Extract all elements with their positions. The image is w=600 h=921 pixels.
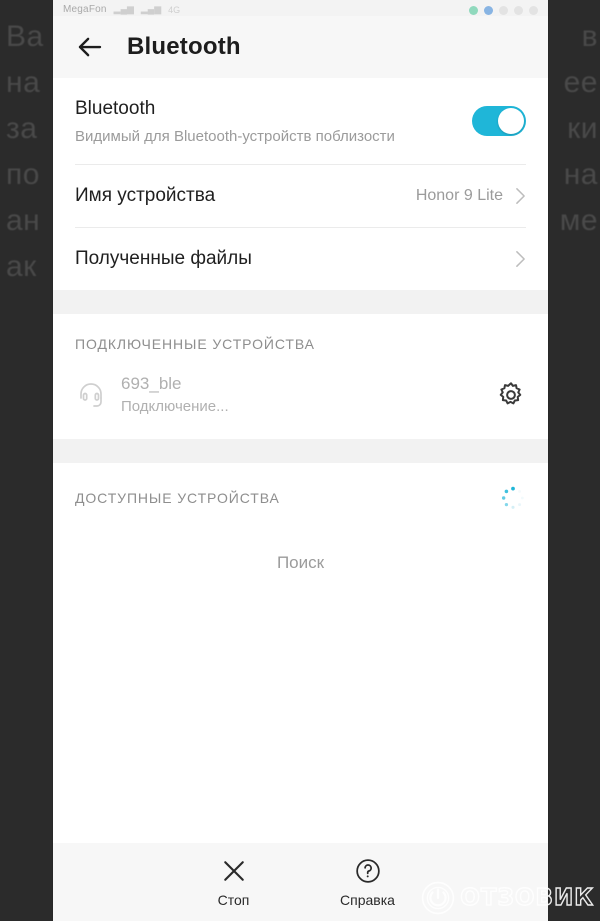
status-bar-right — [469, 6, 538, 15]
help-label: Справка — [340, 891, 395, 908]
device-name-value: Honor 9 Lite — [415, 187, 503, 204]
received-files-label: Полученные файлы — [75, 248, 252, 269]
back-arrow-icon[interactable] — [75, 32, 105, 62]
loading-spinner-icon — [501, 486, 524, 509]
chevron-right-icon — [516, 251, 525, 267]
mute-icon — [514, 6, 523, 15]
headphones-icon — [80, 382, 102, 407]
device-name: 693_ble — [121, 374, 182, 393]
backdrop-fragment: ан — [6, 204, 41, 237]
signal-bars-icon: ▂▄▆ — [113, 4, 134, 14]
gear-icon[interactable] — [496, 380, 526, 410]
bluetooth-text-block: Bluetooth Видимый для Bluetooth-устройст… — [75, 96, 472, 148]
section-gap — [53, 290, 548, 314]
help-button[interactable]: Справка — [332, 857, 404, 908]
backdrop-fragment: за — [6, 112, 38, 145]
app-bar: Bluetooth — [53, 16, 548, 78]
bluetooth-title: Bluetooth — [75, 98, 156, 119]
close-x-icon — [223, 860, 244, 881]
whatsapp-icon — [469, 6, 478, 15]
phone-screenshot: MegaFon ▂▄▆ ▂▄▆ 4G Bluetooth Bluetooth В… — [53, 0, 548, 921]
status-bar-left: MegaFon ▂▄▆ ▂▄▆ 4G — [63, 4, 180, 15]
backdrop-fragment: по — [6, 158, 40, 191]
messenger-icon — [484, 6, 493, 15]
available-devices-section-header: ДОСТУПНЫЕ УСТРОЙСТВА — [53, 463, 548, 525]
empty-device-list-area — [53, 573, 548, 843]
backdrop-text-right: в ее ки на ме — [542, 0, 598, 921]
alarm-icon — [499, 6, 508, 15]
signal-bars-icon: ▂▄▆ — [140, 4, 162, 14]
backdrop-fragment: ее — [563, 66, 598, 99]
paired-device-row[interactable]: 693_ble Подключение... — [53, 366, 548, 439]
chevron-right-icon — [516, 188, 525, 204]
question-circle-icon — [355, 858, 380, 883]
stop-scan-label: Стоп — [217, 891, 250, 908]
section-gap — [53, 439, 548, 463]
backdrop-fragment: ме — [559, 204, 598, 237]
bluetooth-master-row[interactable]: Bluetooth Видимый для Bluetooth-устройст… — [75, 78, 526, 164]
device-status: Подключение... — [121, 398, 229, 415]
battery-icon — [529, 6, 538, 15]
received-files-row[interactable]: Полученные файлы — [75, 228, 526, 290]
bluetooth-toggle-card: Bluetooth Видимый для Bluetooth-устройст… — [53, 78, 548, 290]
stop-scan-button[interactable]: Стоп — [198, 857, 270, 908]
page-title: Bluetooth — [127, 33, 241, 60]
searching-label: Поиск — [53, 525, 548, 573]
bottom-toolbar: Стоп Справка — [53, 843, 548, 921]
backdrop-fragment: Ва — [6, 20, 44, 53]
backdrop-fragment: в — [581, 20, 598, 53]
backdrop-fragment: на — [6, 66, 41, 99]
backdrop-text-left: Ва на за по ан ак — [6, 0, 58, 921]
available-devices-title: ДОСТУПНЫЕ УСТРОЙСТВА — [75, 490, 280, 506]
paired-devices-title: ПОДКЛЮЧЕННЫЕ УСТРОЙСТВА — [75, 336, 315, 352]
paired-devices-section-header: ПОДКЛЮЧЕННЫЕ УСТРОЙСТВА — [53, 314, 548, 366]
status-bar: MegaFon ▂▄▆ ▂▄▆ 4G — [53, 0, 548, 16]
backdrop-fragment: ки — [567, 112, 598, 145]
bluetooth-subtitle: Видимый для Bluetooth-устройств поблизос… — [75, 128, 395, 145]
device-meta: 693_ble Подключение... — [121, 372, 496, 417]
backdrop-fragment: ак — [6, 250, 37, 283]
device-name-label: Имя устройства — [75, 185, 216, 206]
device-name-row[interactable]: Имя устройства Honor 9 Lite — [75, 165, 526, 227]
bluetooth-toggle-switch[interactable] — [472, 106, 526, 136]
network-type-label: 4G — [168, 5, 181, 15]
backdrop-fragment: на — [563, 158, 598, 191]
toggle-knob — [498, 108, 524, 134]
carrier-label: MegaFon — [63, 4, 107, 15]
device-icon-wrap — [75, 379, 121, 411]
